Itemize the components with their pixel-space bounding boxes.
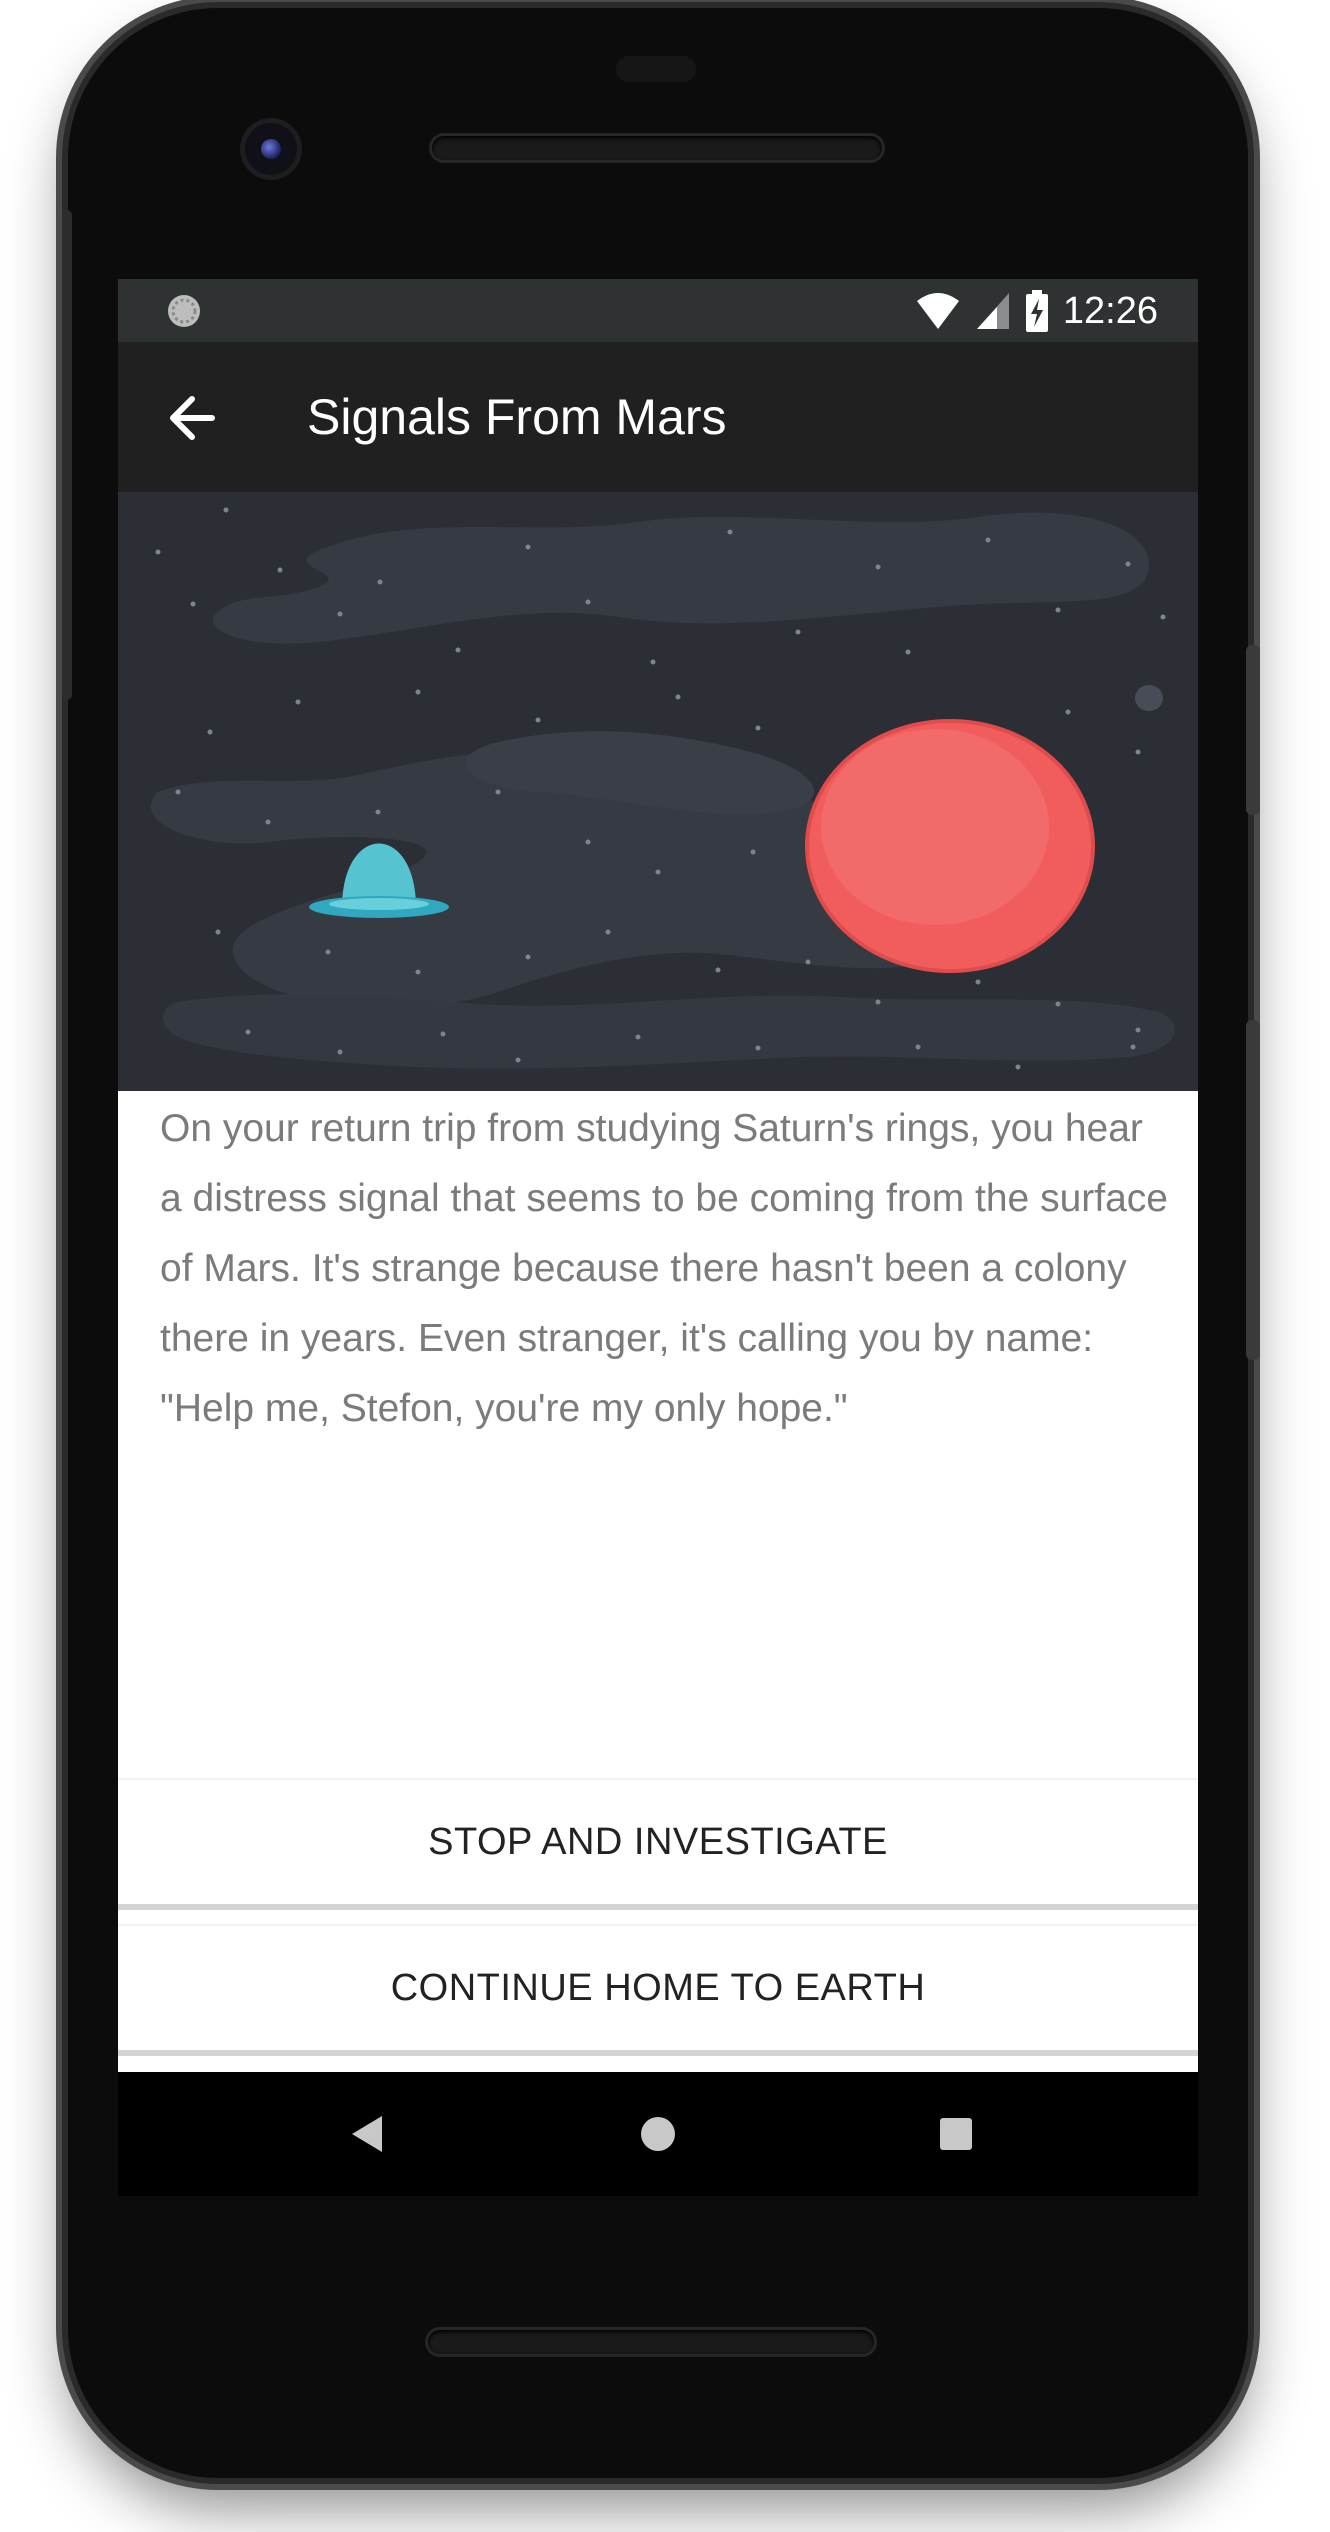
bottom-speaker	[428, 2330, 874, 2354]
battery-charging-icon	[1025, 290, 1048, 332]
home-circle-icon	[641, 2117, 675, 2151]
app-toolbar: Signals From Mars	[118, 342, 1198, 492]
wifi-icon	[916, 293, 959, 329]
volume-button	[1246, 1020, 1260, 1360]
arrow-back-icon	[170, 396, 215, 440]
nav-home-button[interactable]	[628, 2104, 688, 2164]
stop-and-investigate-button[interactable]: STOP AND INVESTIGATE	[118, 1778, 1198, 1904]
system-nav-bar	[118, 2072, 1198, 2196]
continue-home-button[interactable]: CONTINUE HOME TO EARTH	[118, 1924, 1198, 2050]
app-screen: 12:26 Signals From Mars On your return t…	[118, 279, 1198, 2072]
status-time: 12:26	[1062, 289, 1158, 332]
story-text: On your return trip from studying Saturn…	[160, 1107, 1168, 1430]
front-camera-icon	[245, 123, 297, 175]
nav-recents-button[interactable]	[926, 2104, 986, 2164]
nav-back-button[interactable]	[336, 2104, 396, 2164]
back-button[interactable]	[160, 386, 224, 450]
power-button	[1246, 645, 1260, 815]
story-illustration	[118, 492, 1198, 1091]
notification-icon	[168, 295, 200, 327]
status-bar: 12:26	[118, 279, 1198, 342]
back-triangle-icon	[352, 2116, 382, 2152]
earpiece-speaker	[432, 136, 882, 160]
phone-edge	[62, 210, 72, 700]
recents-square-icon	[940, 2118, 972, 2150]
cell-signal-icon	[976, 293, 1009, 329]
mars-planet	[805, 719, 1095, 973]
proximity-sensor	[616, 56, 696, 82]
page-title: Signals From Mars	[307, 389, 727, 445]
space-scene	[118, 492, 1198, 1091]
status-icons: 12:26	[915, 287, 1158, 335]
